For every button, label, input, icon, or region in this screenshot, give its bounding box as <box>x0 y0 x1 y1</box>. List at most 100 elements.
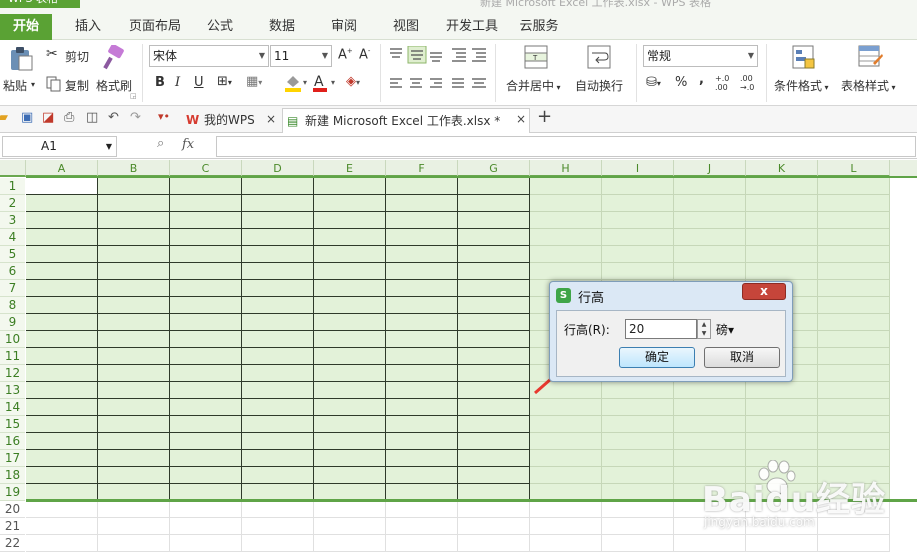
cell-c3[interactable] <box>170 212 242 229</box>
cell-f8[interactable] <box>386 297 458 314</box>
merge-center-button[interactable]: 合并居中 ▾ <box>506 77 561 94</box>
cell-f6[interactable] <box>386 263 458 280</box>
unit-select[interactable]: 磅▾ <box>716 321 734 338</box>
cell-b1[interactable] <box>98 178 170 195</box>
cell-i4[interactable] <box>602 229 674 246</box>
decrease-decimal-button[interactable]: .00 →.0 <box>740 74 760 92</box>
cell-h17[interactable] <box>530 450 602 467</box>
cell-b2[interactable] <box>98 195 170 212</box>
column-header-a[interactable]: A <box>26 160 98 177</box>
cell-e6[interactable] <box>314 263 386 280</box>
cell-k2[interactable] <box>746 195 818 212</box>
cell-l15[interactable] <box>818 416 890 433</box>
cell-a22[interactable] <box>26 535 98 552</box>
cell-j16[interactable] <box>674 433 746 450</box>
cell-d13[interactable] <box>242 382 314 399</box>
row-header-16[interactable]: 16 <box>0 433 25 450</box>
cell-l5[interactable] <box>818 246 890 263</box>
cell-a5[interactable] <box>26 246 98 263</box>
cell-a3[interactable] <box>26 212 98 229</box>
tab-insert[interactable]: 插入 <box>62 14 114 40</box>
cell-e16[interactable] <box>314 433 386 450</box>
spin-down-icon[interactable]: ▼ <box>698 329 710 338</box>
spin-up-icon[interactable]: ▲ <box>698 320 710 329</box>
conditional-format-icon[interactable] <box>792 45 816 69</box>
row-header-7[interactable]: 7 <box>0 280 25 297</box>
cell-f1[interactable] <box>386 178 458 195</box>
name-box[interactable]: A1 ▼ <box>2 136 117 157</box>
export-pdf-icon[interactable]: ◪ <box>42 110 54 125</box>
column-header-e[interactable]: E <box>314 160 386 177</box>
cell-a21[interactable] <box>26 518 98 535</box>
cell-f20[interactable] <box>386 501 458 518</box>
cell-d8[interactable] <box>242 297 314 314</box>
cell-c10[interactable] <box>170 331 242 348</box>
table-style-button[interactable]: 表格样式 ▾ <box>841 77 896 94</box>
row-header-14[interactable]: 14 <box>0 399 25 416</box>
cell-f14[interactable] <box>386 399 458 416</box>
cell-l16[interactable] <box>818 433 890 450</box>
cell-b10[interactable] <box>98 331 170 348</box>
cell-e4[interactable] <box>314 229 386 246</box>
tab-view[interactable]: 视图 <box>382 14 430 40</box>
cell-b8[interactable] <box>98 297 170 314</box>
row-header-8[interactable]: 8 <box>0 297 25 314</box>
tab-formulas[interactable]: 公式 <box>196 14 244 40</box>
cell-e13[interactable] <box>314 382 386 399</box>
cell-l9[interactable] <box>818 314 890 331</box>
row-header-9[interactable]: 9 <box>0 314 25 331</box>
cell-a2[interactable] <box>26 195 98 212</box>
merge-center-icon[interactable]: T <box>524 45 548 69</box>
cell-d2[interactable] <box>242 195 314 212</box>
doc-tab-workbook[interactable]: ▤ 新建 Microsoft Excel 工作表.xlsx * <box>282 108 530 133</box>
cell-d22[interactable] <box>242 535 314 552</box>
cell-e2[interactable] <box>314 195 386 212</box>
dialog-title-bar[interactable]: S 行高 x <box>550 282 792 308</box>
cell-c6[interactable] <box>170 263 242 280</box>
cell-i22[interactable] <box>602 535 674 552</box>
customize-toolbar-icon[interactable]: ▾• <box>158 110 170 123</box>
cell-a16[interactable] <box>26 433 98 450</box>
cell-f4[interactable] <box>386 229 458 246</box>
cell-e22[interactable] <box>314 535 386 552</box>
cell-f11[interactable] <box>386 348 458 365</box>
cell-e12[interactable] <box>314 365 386 382</box>
app-badge[interactable]: WPS 表格 <box>0 0 80 8</box>
cell-l7[interactable] <box>818 280 890 297</box>
row-header-15[interactable]: 15 <box>0 416 25 433</box>
cell-e1[interactable] <box>314 178 386 195</box>
cell-h1[interactable] <box>530 178 602 195</box>
cell-b17[interactable] <box>98 450 170 467</box>
clipboard-expand-icon[interactable]: ◲ <box>130 92 137 100</box>
cell-a18[interactable] <box>26 467 98 484</box>
cell-f9[interactable] <box>386 314 458 331</box>
dialog-close-button[interactable]: x <box>742 283 786 300</box>
cell-g4[interactable] <box>458 229 530 246</box>
column-header-k[interactable]: K <box>746 160 818 177</box>
cell-g5[interactable] <box>458 246 530 263</box>
clear-format-icon[interactable]: ◈▾ <box>346 74 360 89</box>
cell-c22[interactable] <box>170 535 242 552</box>
row-header-22[interactable]: 22 <box>0 535 25 552</box>
cell-b9[interactable] <box>98 314 170 331</box>
cell-b13[interactable] <box>98 382 170 399</box>
tab-review[interactable]: 审阅 <box>320 14 368 40</box>
cell-e8[interactable] <box>314 297 386 314</box>
cell-a17[interactable] <box>26 450 98 467</box>
scissors-icon[interactable]: ✂ <box>46 46 58 62</box>
cell-c4[interactable] <box>170 229 242 246</box>
cell-d15[interactable] <box>242 416 314 433</box>
cell-l10[interactable] <box>818 331 890 348</box>
increase-decimal-button[interactable]: +.0 .00 <box>715 74 735 92</box>
cell-a9[interactable] <box>26 314 98 331</box>
cell-e3[interactable] <box>314 212 386 229</box>
font-color-icon[interactable]: A ▾ <box>312 73 340 93</box>
cell-h6[interactable] <box>530 263 602 280</box>
cell-c13[interactable] <box>170 382 242 399</box>
undo-icon[interactable]: ↶ <box>108 110 119 125</box>
cell-j14[interactable] <box>674 399 746 416</box>
cell-f21[interactable] <box>386 518 458 535</box>
cell-f5[interactable] <box>386 246 458 263</box>
cell-k1[interactable] <box>746 178 818 195</box>
cell-g16[interactable] <box>458 433 530 450</box>
